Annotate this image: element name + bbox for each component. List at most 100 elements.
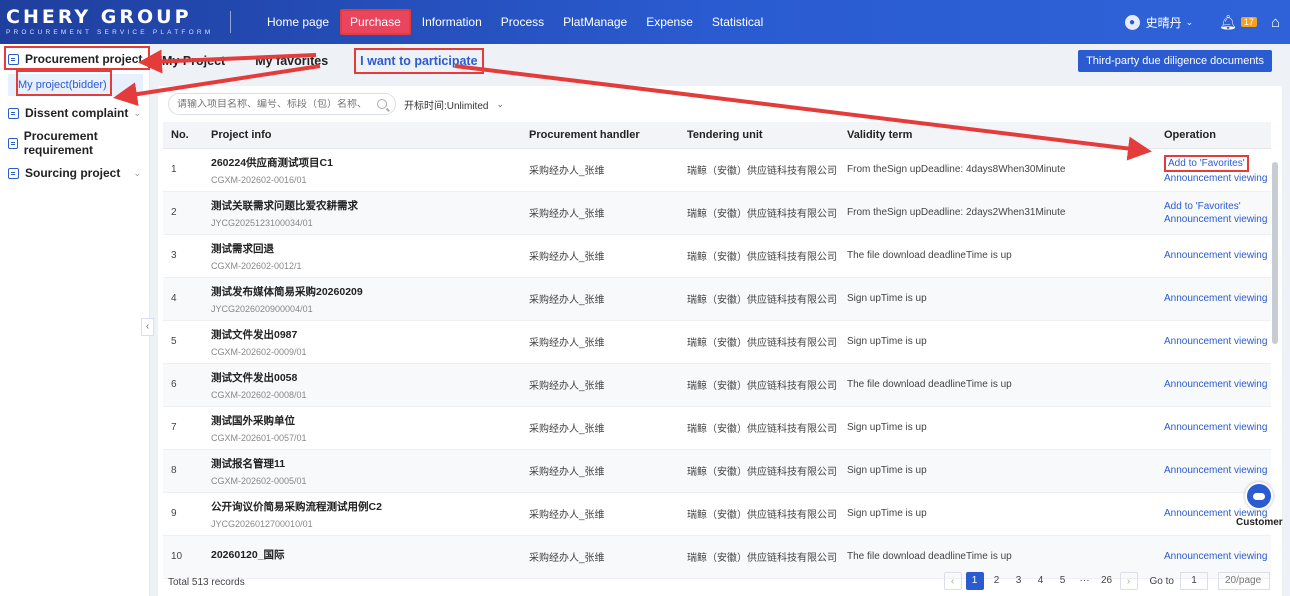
table-row[interactable]: 8 测试报名管理11 CGXM-202602-0005/01 采购经办人_张维 … (163, 449, 1271, 493)
col-header-operation: Operation (1156, 122, 1271, 149)
project-code: CGXM-202602-0016/01 (211, 174, 307, 185)
scrollbar-thumb[interactable] (1272, 162, 1278, 344)
project-name[interactable]: 公开询议价简易采购流程测试用例C2 (211, 499, 521, 514)
sidebar-item-procurement-requirement[interactable]: Procurement requirement (0, 128, 149, 158)
goto-page-input[interactable]: 1 (1180, 572, 1208, 590)
sidebar-subitem-my-project-bidder[interactable]: My project(bidder) (8, 74, 143, 96)
filter-bar: 开标时间:Unlimited ⌄ (158, 86, 1282, 122)
chery-logo[interactable]: CHERY GROUP PROCUREMENT SERVICE PLATFORM (0, 0, 230, 44)
cell-tendering-unit: 瑞鲸（安徽）供应链科技有限公司 (679, 449, 839, 493)
page-size-value: 20/page (1225, 575, 1262, 586)
sidebar-item-sourcing-project[interactable]: Sourcing project ⌄ (0, 158, 149, 188)
announcement-viewing-link[interactable]: Announcement viewing (1164, 292, 1271, 305)
table-row[interactable]: 3 测试需求回退 CGXM-202602-0012/1 采购经办人_张维 瑞鲸（… (163, 234, 1271, 278)
project-name[interactable]: 测试报名管理11 (211, 456, 521, 471)
search-box[interactable] (168, 93, 396, 115)
page-button[interactable]: 26 (1098, 572, 1116, 590)
next-page-button[interactable]: › (1119, 572, 1138, 590)
project-name[interactable]: 测试需求回退 (211, 241, 521, 256)
cell-handler: 采购经办人_张维 (521, 320, 679, 364)
announcement-viewing-link[interactable]: Announcement viewing (1164, 172, 1271, 185)
chevron-down-icon: ⌄ (1225, 592, 1233, 596)
sidebar-item-dissent-complaint[interactable]: Dissent complaint ⌄ (0, 98, 149, 128)
sidebar-collapse-button[interactable]: ‹ (141, 318, 154, 336)
search-icon[interactable] (377, 99, 387, 109)
announcement-viewing-link[interactable]: Announcement viewing (1164, 335, 1271, 348)
cell-operation: Add to 'Favorites' Announcement viewing (1156, 148, 1271, 192)
nav-expense[interactable]: Expense (638, 9, 701, 35)
customer-service-icon[interactable] (1245, 482, 1273, 510)
cell-operation: Announcement viewing (1156, 406, 1271, 450)
announcement-viewing-link[interactable]: Announcement viewing (1164, 378, 1271, 391)
announcement-viewing-link[interactable]: Announcement viewing (1164, 464, 1271, 477)
prev-page-button[interactable]: ‹ (943, 572, 962, 590)
page-ellipsis[interactable]: ··· (1076, 572, 1094, 590)
bid-opening-time-filter[interactable]: 开标时间:Unlimited ⌄ (404, 97, 504, 112)
cell-project-info: 测试国外采购单位 CGXM-202601-0057/01 (203, 406, 521, 450)
announcement-viewing-link[interactable]: Announcement viewing (1164, 249, 1271, 262)
table-row[interactable]: 7 测试国外采购单位 CGXM-202601-0057/01 采购经办人_张维 … (163, 406, 1271, 450)
cell-no: 6 (163, 363, 203, 407)
project-table: No. Project info Procurement handler Ten… (163, 122, 1271, 579)
project-name[interactable]: 260224供应商测试项目C1 (211, 155, 521, 170)
search-input[interactable] (177, 98, 367, 110)
announcement-viewing-link[interactable]: Announcement viewing (1164, 550, 1271, 563)
logo-main-text: CHERY GROUP (6, 6, 192, 28)
col-header-validity-term: Validity term (839, 122, 1156, 149)
project-name[interactable]: 测试文件发出0058 (211, 370, 521, 385)
page-button[interactable]: 4 (1032, 572, 1050, 590)
cell-handler: 采购经办人_张维 (521, 406, 679, 450)
page-button[interactable]: 2 (988, 572, 1006, 590)
bell-icon[interactable]: 🔔︎ (1219, 14, 1237, 31)
page-button[interactable]: 3 (1010, 572, 1028, 590)
sidebar-item-label: Procurement requirement (23, 129, 98, 157)
cell-validity-term: From theSign upDeadline: 2days2When31Min… (839, 191, 1156, 235)
nav-statistical[interactable]: Statistical (704, 9, 771, 35)
add-to-favorites-link[interactable]: Add to 'Favorites' (1164, 154, 1249, 172)
nav-process[interactable]: Process (493, 9, 552, 35)
chevron-down-icon: ⌄ (496, 98, 505, 109)
tab-i-want-to-participate[interactable]: I want to participate (354, 48, 484, 74)
user-avatar-icon: ● (1124, 14, 1140, 30)
announcement-viewing-link[interactable]: Announcement viewing (1164, 213, 1271, 226)
nav-information[interactable]: Information (414, 9, 490, 35)
nav-home-page[interactable]: Home page (259, 9, 337, 35)
project-name[interactable]: 20260120_国际 (211, 547, 521, 562)
notification-badge: 17 (1240, 17, 1257, 27)
page-button[interactable]: 1 (965, 572, 984, 590)
page-button[interactable]: 5 (1054, 572, 1072, 590)
project-name[interactable]: 测试关联需求问题比爱农耕需求 (211, 198, 521, 213)
cell-project-info: 测试需求回退 CGXM-202602-0012/1 (203, 234, 521, 278)
table-row[interactable]: 9 公开询议价简易采购流程测试用例C2 JYCG2026012700010/01… (163, 492, 1271, 536)
project-name[interactable]: 测试发布媒体简易采购20260209 (211, 284, 521, 299)
cell-project-info: 测试发布媒体简易采购20260209 JYCG2026020900004/01 (203, 277, 521, 321)
goto-page: Go to 1 (1150, 572, 1208, 590)
table-row[interactable]: 6 测试文件发出0058 CGXM-202602-0008/01 采购经办人_张… (163, 363, 1271, 407)
cell-tendering-unit: 瑞鲸（安徽）供应链科技有限公司 (679, 492, 839, 536)
logo-divider (230, 11, 231, 33)
cell-validity-term: Sign upTime is up (839, 277, 1156, 321)
folder-icon (8, 137, 18, 149)
table-row[interactable]: 4 测试发布媒体简易采购20260209 JYCG2026020900004/0… (163, 277, 1271, 321)
cell-validity-term: Sign upTime is up (839, 492, 1156, 536)
page-size-select[interactable]: 20/page ⌄ (1218, 572, 1270, 596)
nav-purchase[interactable]: Purchase (340, 9, 411, 35)
table-row[interactable]: 2 测试关联需求问题比爱农耕需求 JYCG2025123100034/01 采购… (163, 191, 1271, 235)
home-icon[interactable]: ⌂ (1271, 14, 1280, 31)
tab-my-project[interactable]: My Project (158, 50, 229, 72)
project-name[interactable]: 测试国外采购单位 (211, 413, 521, 428)
table-row[interactable]: 5 测试文件发出0987 CGXM-202602-0009/01 采购经办人_张… (163, 320, 1271, 364)
announcement-viewing-link[interactable]: Announcement viewing (1164, 421, 1271, 434)
due-diligence-documents-button[interactable]: Third-party due diligence documents (1078, 50, 1272, 72)
table-row[interactable]: 1 260224供应商测试项目C1 CGXM-202602-0016/01 采购… (163, 148, 1271, 192)
project-code: JYCG2026012700010/01 (211, 518, 313, 529)
project-code: CGXM-202602-0008/01 (211, 389, 307, 400)
sidebar-item-procurement-project[interactable]: Procurement project (0, 44, 149, 74)
tab-my-favorites[interactable]: My favorites (251, 50, 332, 72)
customer-service-label[interactable]: Customer (1236, 517, 1283, 528)
project-name[interactable]: 测试文件发出0987 (211, 327, 521, 342)
user-menu[interactable]: ● 史晴丹 ⌄ (1124, 14, 1193, 31)
nav-platmanage[interactable]: PlatManage (555, 9, 635, 35)
cell-validity-term: Sign upTime is up (839, 406, 1156, 450)
add-to-favorites-link[interactable]: Add to 'Favorites' (1164, 200, 1241, 213)
